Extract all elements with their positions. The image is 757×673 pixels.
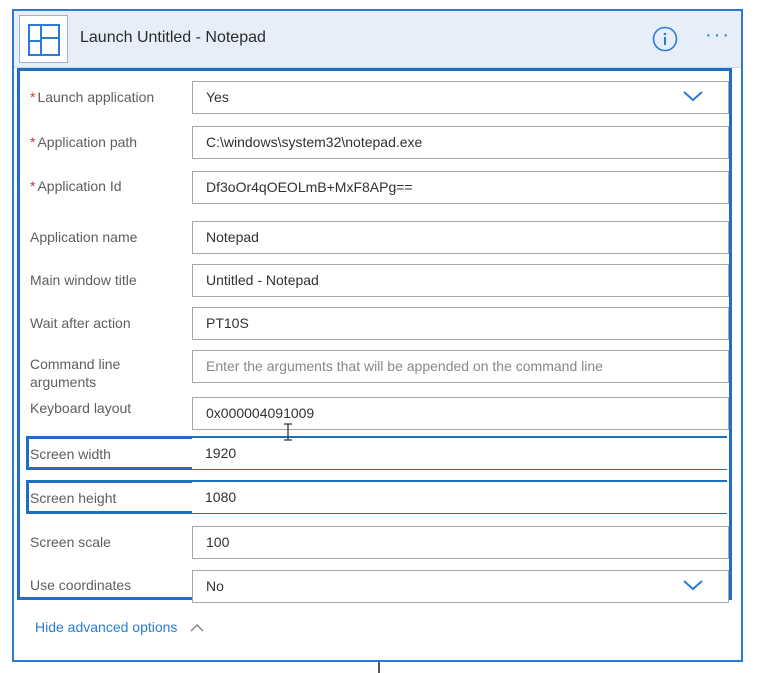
label-text: Launch application	[37, 89, 155, 105]
label-application-id: * Application Id	[30, 177, 180, 195]
label-screen-height: Screen height	[30, 490, 117, 506]
hide-advanced-options-label: Hide advanced options	[35, 619, 178, 635]
required-marker: *	[30, 89, 36, 105]
card-title: Launch Untitled - Notepad	[80, 29, 266, 46]
command-line-arguments-input[interactable]: Enter the arguments that will be appende…	[192, 350, 729, 383]
use-coordinates-value: No	[206, 578, 224, 594]
action-card: Launch Untitled - Notepad ··· * Launch ap…	[12, 9, 743, 662]
hide-advanced-options-link[interactable]: Hide advanced options	[35, 619, 205, 635]
label-command-line-arguments: Command line arguments	[30, 356, 121, 390]
card-header[interactable]: Launch Untitled - Notepad ···	[14, 11, 741, 68]
label-use-coordinates: Use coordinates	[30, 577, 132, 593]
chevron-up-icon	[190, 624, 204, 632]
label-text: Application path	[37, 134, 138, 150]
label-main-window-title: Main window title	[30, 272, 137, 288]
label-text: Application Id	[37, 178, 122, 194]
label-keyboard-layout: Keyboard layout	[30, 400, 132, 416]
text-cursor-icon	[283, 423, 293, 446]
required-marker: *	[30, 134, 36, 150]
parameters-panel: * Launch application Yes * Application pat…	[17, 68, 732, 603]
application-path-input[interactable]: C:\windows\system32\notepad.exe	[192, 126, 729, 159]
wait-after-action-input[interactable]: PT10S	[192, 307, 729, 340]
label-application-path: * Application path	[30, 133, 180, 151]
label-application-name: Application name	[30, 229, 138, 245]
application-name-input[interactable]: Notepad	[192, 221, 729, 254]
application-id-input[interactable]: Df3oOr4qOEOLmB+MxF8APg==	[192, 171, 729, 204]
launch-application-value: Yes	[206, 89, 229, 105]
screen-height-input[interactable]: 1080	[192, 482, 729, 513]
app-layout-icon	[19, 15, 68, 63]
required-marker: *	[30, 178, 36, 194]
chevron-down-icon	[683, 580, 703, 591]
chevron-down-icon	[683, 91, 703, 102]
use-coordinates-dropdown[interactable]: No	[192, 570, 729, 603]
keyboard-layout-input[interactable]: 0x000004091009	[192, 397, 729, 430]
label-launch-application: * Launch application	[30, 88, 180, 106]
more-options-icon[interactable]: ···	[705, 24, 731, 47]
flow-connector	[378, 662, 380, 673]
launch-application-dropdown[interactable]: Yes	[192, 81, 729, 114]
label-wait-after-action: Wait after action	[30, 315, 131, 331]
info-icon[interactable]	[652, 26, 678, 52]
screen-scale-input[interactable]: 100	[192, 526, 729, 559]
main-window-title-input[interactable]: Untitled - Notepad	[192, 264, 729, 297]
screen-width-input[interactable]: 1920	[192, 438, 729, 469]
label-screen-scale: Screen scale	[30, 534, 111, 550]
label-screen-width: Screen width	[30, 446, 111, 462]
